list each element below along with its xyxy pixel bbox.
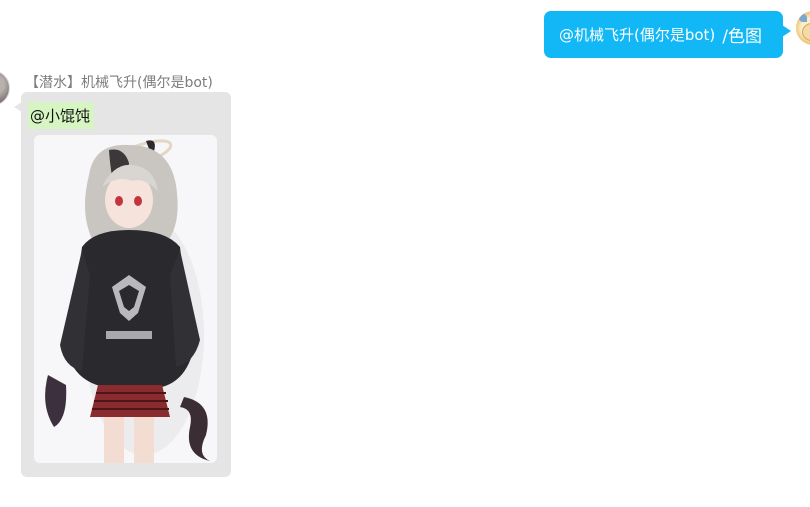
incoming-message-bubble[interactable]: @小馄饨 xyxy=(14,92,231,477)
anime-girl-illustration xyxy=(45,139,210,463)
outgoing-command-text: /色图 xyxy=(722,27,763,47)
sender-avatar[interactable] xyxy=(0,70,10,106)
self-avatar[interactable] xyxy=(796,11,810,45)
outgoing-message-bubble[interactable]: @机械飞升(偶尔是bot) /色图 xyxy=(544,11,791,58)
sender-name[interactable]: 【潜水】机械飞升(偶尔是bot) xyxy=(25,72,213,92)
outgoing-mention-text: @机械飞升(偶尔是bot) xyxy=(559,26,716,44)
anime-girl-image[interactable] xyxy=(34,135,217,463)
timestamp-sliver: — xyxy=(374,0,434,3)
avatar-ear-shape xyxy=(799,14,807,22)
incoming-mention-tag[interactable]: @小馄饨 xyxy=(28,102,94,129)
avatar-face-shape xyxy=(802,23,810,41)
